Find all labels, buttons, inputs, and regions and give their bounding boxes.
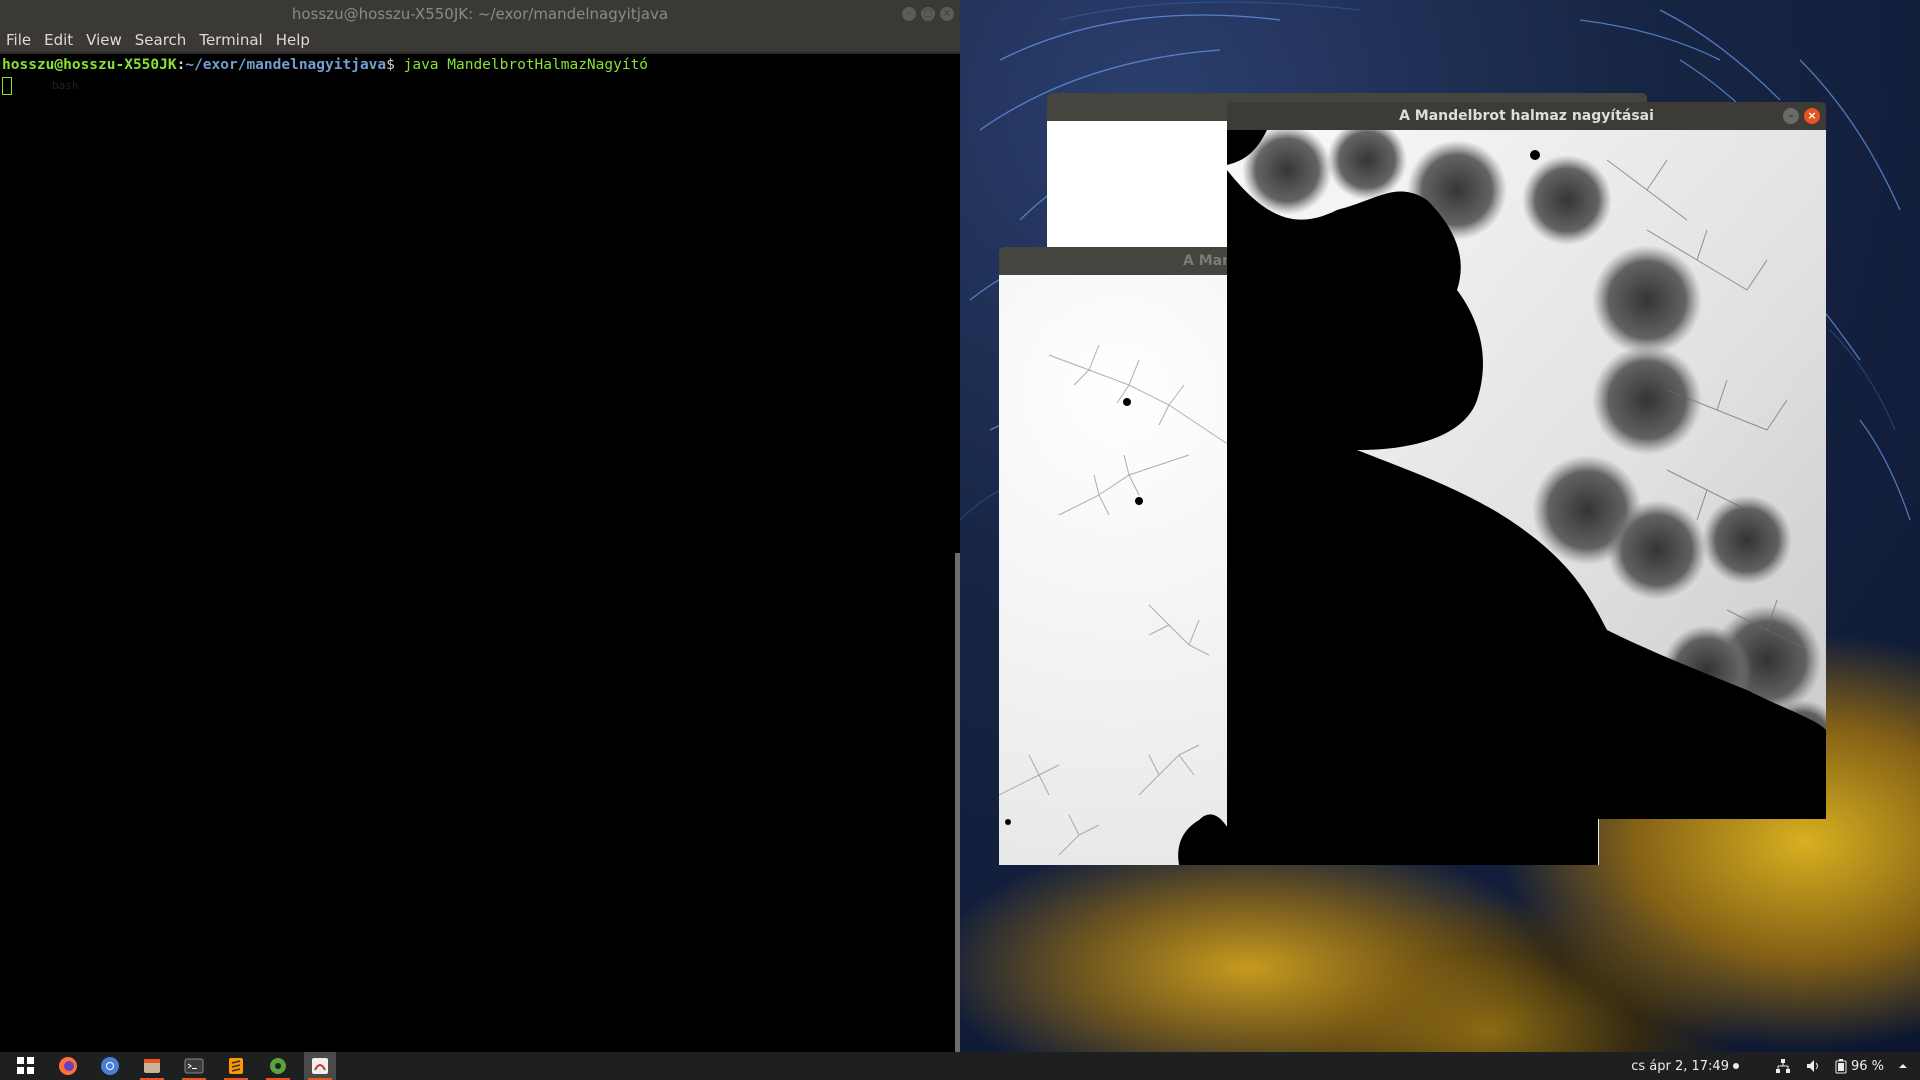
fractal-image (1227, 130, 1826, 819)
ghost-text: bash (52, 78, 79, 92)
mandelbrot-window-front[interactable]: A Mandelbrot halmaz nagyításai – × (1227, 102, 1826, 819)
terminal-window[interactable]: hosszu@hosszu-X550JK: ~/exor/mandelnagyi… (0, 0, 960, 1052)
menu-edit[interactable]: Edit (44, 31, 73, 49)
firefox-icon (59, 1057, 77, 1075)
app-grid-icon (17, 1057, 34, 1074)
java-app-icon (312, 1058, 328, 1074)
minimize-button[interactable]: – (902, 7, 916, 21)
window-title: A Man (1183, 253, 1233, 269)
terminal-title: hosszu@hosszu-X550JK: ~/exor/mandelnagyi… (291, 5, 669, 23)
terminal-menubar: File Edit View Search Terminal Help (0, 28, 960, 54)
terminal-titlebar[interactable]: hosszu@hosszu-X550JK: ~/exor/mandelnagyi… (0, 0, 960, 28)
clock-text: cs ápr 2, 17:49 (1631, 1058, 1729, 1074)
taskbar: cs ápr 2, 17:49 96 % (0, 1052, 1920, 1080)
window-titlebar[interactable]: A Mandelbrot halmaz nagyításai – × (1227, 102, 1826, 130)
clock[interactable]: cs ápr 2, 17:49 (1631, 1059, 1739, 1074)
sublime-icon (229, 1058, 243, 1074)
sublime-launcher[interactable] (220, 1052, 252, 1080)
fractal-overflow (1227, 819, 1598, 865)
notification-dot (1732, 1063, 1739, 1069)
terminal-icon (184, 1058, 204, 1074)
prompt-symbol: $ (386, 57, 395, 73)
settings-launcher[interactable] (262, 1052, 294, 1080)
battery-percent: 96 % (1850, 1058, 1884, 1074)
arrow-up-icon[interactable] (1898, 1061, 1908, 1071)
menu-view[interactable]: View (86, 31, 122, 49)
close-button[interactable]: × (940, 7, 954, 21)
command-text: java MandelbrotHalmazNagyító (403, 57, 649, 73)
network-icon[interactable] (1775, 1058, 1791, 1074)
menu-terminal[interactable]: Terminal (199, 31, 262, 49)
terminal-launcher[interactable] (178, 1052, 210, 1080)
minimize-button[interactable]: – (1783, 108, 1799, 124)
terminal-cursor (2, 77, 12, 95)
close-button[interactable]: × (1804, 108, 1820, 124)
terminal-content[interactable]: hosszu@hosszu-X550JK:~/exor/mandelnagyit… (0, 54, 960, 97)
firefox-launcher[interactable] (52, 1052, 84, 1080)
prompt-path: ~/exor/mandelnagyitjava (185, 57, 387, 73)
java-app-launcher[interactable] (304, 1052, 336, 1080)
menu-search[interactable]: Search (135, 31, 187, 49)
menu-file[interactable]: File (6, 31, 31, 49)
menu-help[interactable]: Help (276, 31, 310, 49)
settings-gear-icon (270, 1058, 286, 1074)
window-title: A Mandelbrot halmaz nagyításai (1399, 108, 1654, 124)
files-icon (144, 1059, 160, 1073)
prompt-user: hosszu@hosszu-X550JK (2, 57, 177, 73)
terminal-scrollbar[interactable] (955, 553, 960, 1052)
chromium-icon (101, 1057, 119, 1075)
maximize-button[interactable]: □ (921, 7, 935, 21)
battery-indicator[interactable]: 96 % (1835, 1058, 1884, 1074)
chromium-launcher[interactable] (94, 1052, 126, 1080)
files-launcher[interactable] (136, 1052, 168, 1080)
volume-icon[interactable] (1805, 1058, 1821, 1074)
system-tray: cs ápr 2, 17:49 96 % (1631, 1052, 1908, 1080)
app-grid-launcher[interactable] (10, 1052, 42, 1080)
battery-icon (1835, 1059, 1847, 1074)
command-line: hosszu@hosszu-X550JK:~/exor/mandelnagyit… (2, 57, 649, 73)
mandelbrot-canvas[interactable] (1227, 130, 1826, 819)
